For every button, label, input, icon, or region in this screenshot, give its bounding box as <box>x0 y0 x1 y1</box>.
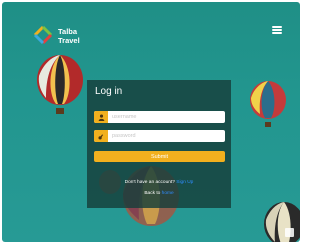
username-field <box>94 111 225 123</box>
username-input[interactable] <box>108 111 225 123</box>
logo-diamond-icon <box>33 25 53 45</box>
no-account-text: Don't have an account? <box>124 180 175 185</box>
page-background: Talba Travel Log in username Submit Don'… <box>2 2 300 242</box>
user-icon <box>94 111 108 123</box>
brand-logo[interactable]: Talba Travel <box>32 24 84 48</box>
balloon-left-image <box>37 55 83 114</box>
corner-widget-icon[interactable] <box>285 228 294 237</box>
submit-button[interactable]: Submit <box>94 151 225 162</box>
password-field <box>94 130 225 142</box>
login-title: Log in <box>95 86 123 97</box>
signup-link[interactable]: Sign Up <box>176 180 193 185</box>
balloon-bottom-right-image <box>264 202 300 242</box>
password-input[interactable] <box>108 130 225 142</box>
login-card: Log in Submit Don't have an account? Sig… <box>87 80 231 208</box>
signup-prompt: Don't have an account? Sign Up <box>87 180 231 185</box>
brand-name: Talba Travel <box>58 27 80 45</box>
back-home-prompt: Back to home <box>87 191 231 196</box>
hamburger-menu-icon[interactable] <box>272 26 282 34</box>
back-text: Back to <box>144 191 161 196</box>
key-icon <box>94 130 108 142</box>
balloon-right-image <box>250 81 286 127</box>
home-link[interactable]: home <box>162 191 174 196</box>
